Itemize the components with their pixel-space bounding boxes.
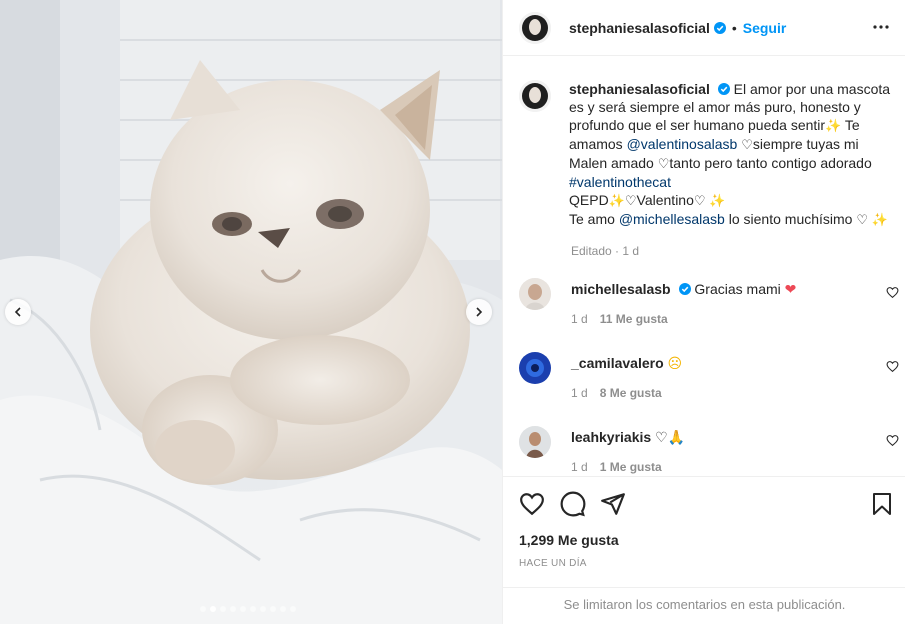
like-comment-heart-icon[interactable] <box>886 286 899 299</box>
caption-avatar[interactable] <box>519 80 551 112</box>
caption-text-6: Valentino <box>636 192 694 208</box>
carousel-dot <box>240 606 246 612</box>
comment-username[interactable]: _camilavalero <box>571 355 664 371</box>
like-comment-heart-icon[interactable] <box>886 360 899 373</box>
comment-item: leahkyriakis ♡🙏 1 d 1 Me gusta <box>519 426 899 476</box>
like-comment-heart-icon[interactable] <box>886 434 899 447</box>
like-heart-icon[interactable] <box>519 491 545 517</box>
more-options-icon[interactable] <box>872 18 890 36</box>
carousel-dot <box>210 606 216 612</box>
comment-text: leahkyriakis ♡🙏 <box>571 429 685 446</box>
comment-username[interactable]: leahkyriakis <box>571 429 651 445</box>
follow-button[interactable]: Seguir <box>743 20 787 36</box>
white-heart-emoji-icon: ♡ <box>741 137 753 152</box>
white-heart-emoji-icon: ♡ <box>693 193 706 208</box>
comment-item: _camilavalero ☹ 1 d 8 Me gusta <box>519 352 899 402</box>
sparkles-emoji-icon: ✨ <box>871 212 889 227</box>
comment-time: 1 d <box>571 386 588 400</box>
comment-likes[interactable]: 11 Me gusta <box>600 312 668 326</box>
comment-likes[interactable]: 1 Me gusta <box>600 460 662 474</box>
red-heart-emoji-icon: ❤ <box>784 281 797 297</box>
commenter-avatar[interactable] <box>519 278 551 310</box>
commenter-avatar[interactable] <box>519 352 551 384</box>
comment-bubble-icon[interactable] <box>560 491 586 517</box>
comment-body: Gracias mami <box>694 281 781 297</box>
caption-username[interactable]: stephaniesalasoficial <box>569 81 710 97</box>
mention-link[interactable]: @michellesalasb <box>619 211 725 227</box>
sparkles-emoji-icon: ✨ <box>825 118 842 133</box>
cat-photo <box>0 0 502 624</box>
caption-meta: Editado · 1 d <box>571 244 640 258</box>
carousel-indicator <box>200 606 296 612</box>
carousel-prev-button[interactable] <box>5 299 31 325</box>
white-heart-emoji-icon: ♡ <box>624 193 637 208</box>
header-separator: • <box>731 19 737 36</box>
praying-hands-emoji-icon: 🙏 <box>667 429 686 445</box>
caption-text-5: QEPD <box>569 192 609 208</box>
chevron-right-icon <box>476 307 483 317</box>
sparkles-emoji-icon: ✨ <box>709 193 726 208</box>
white-heart-emoji-icon: ♡ <box>655 429 668 445</box>
caption-text-8: lo siento muchísimo <box>728 211 853 227</box>
sparkles-emoji-icon: ✨ <box>608 193 625 208</box>
carousel-dot <box>230 606 236 612</box>
comments-limited-notice: Se limitaron los comentarios en esta pub… <box>503 587 905 624</box>
caption-text: stephaniesalasoficial El amor por una ma… <box>569 80 899 229</box>
comment-meta: 1 d 8 Me gusta <box>571 386 662 400</box>
sad-face-emoji-icon: ☹ <box>667 355 683 371</box>
carousel-dot <box>220 606 226 612</box>
verified-badge-icon <box>678 283 691 295</box>
likes-count[interactable]: 1,299 Me gusta <box>519 532 619 548</box>
post-actions: 1,299 Me gusta HACE UN DÍA Se limitaron … <box>503 476 905 624</box>
post-panel: stephaniesalasoficial • Seguir stephanie… <box>502 0 905 624</box>
share-paper-plane-icon[interactable] <box>600 491 626 517</box>
caption-text-4: tanto pero tanto contigo adorado <box>669 155 872 171</box>
author-username[interactable]: stephaniesalasoficial <box>569 20 710 36</box>
mention-link[interactable]: @valentinosalasb <box>627 136 738 152</box>
comments-section[interactable]: stephaniesalasoficial El amor por una ma… <box>503 56 905 476</box>
carousel-dot <box>290 606 296 612</box>
comment-text: michellesalasb Gracias mami ❤ <box>571 281 796 298</box>
post-header: stephaniesalasoficial • Seguir <box>503 0 905 56</box>
hashtag-link[interactable]: #valentinothecat <box>569 174 671 190</box>
caption-text-7: Te amo <box>569 211 615 227</box>
comment-likes[interactable]: 8 Me gusta <box>600 386 662 400</box>
white-heart-emoji-icon: ♡ <box>856 212 869 227</box>
white-heart-emoji-icon: ♡ <box>657 156 670 171</box>
comment-text: _camilavalero ☹ <box>571 355 682 372</box>
comment-time: 1 d <box>571 460 588 474</box>
carousel-dot <box>270 606 276 612</box>
save-bookmark-icon[interactable] <box>870 491 894 517</box>
verified-badge-icon <box>717 83 730 95</box>
comment-item: michellesalasb Gracias mami ❤ 1 d 11 Me g… <box>519 278 899 328</box>
carousel-next-button[interactable] <box>466 299 492 325</box>
carousel-dot <box>200 606 206 612</box>
chevron-left-icon <box>14 307 21 317</box>
comment-meta: 1 d 1 Me gusta <box>571 460 662 474</box>
commenter-avatar[interactable] <box>519 426 551 458</box>
carousel-dot <box>260 606 266 612</box>
comment-meta: 1 d 11 Me gusta <box>571 312 668 326</box>
comment-username[interactable]: michellesalasb <box>571 281 671 297</box>
post-date: HACE UN DÍA <box>519 558 587 569</box>
verified-badge-icon <box>713 21 726 34</box>
carousel-dot <box>250 606 256 612</box>
post-media[interactable] <box>0 0 502 624</box>
author-avatar[interactable] <box>519 11 551 44</box>
comment-time: 1 d <box>571 312 588 326</box>
carousel-dot <box>280 606 286 612</box>
